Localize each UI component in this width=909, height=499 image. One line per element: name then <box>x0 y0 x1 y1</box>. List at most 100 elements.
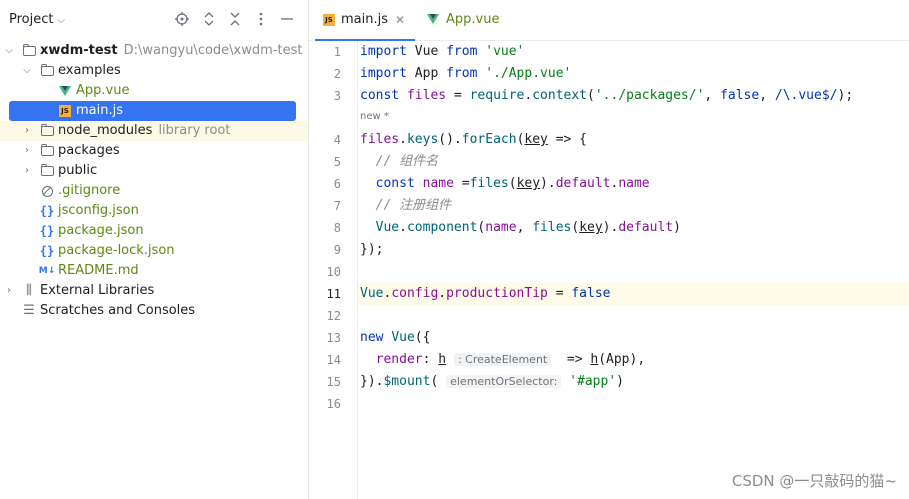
tree-item-external-libraries[interactable]: › ⫼ External Libraries <box>0 281 308 301</box>
code-line-6[interactable]: const name =files(key).default.name <box>360 173 909 195</box>
folder-icon <box>39 161 55 181</box>
chevron-down-icon[interactable]: ⌵ <box>4 41 14 61</box>
chevron-down-icon[interactable]: ⌵ <box>22 61 32 81</box>
chevron-right-icon[interactable]: › <box>22 121 32 141</box>
tree-item-label: packages <box>58 143 120 158</box>
tree-item-label: App.vue <box>76 83 130 98</box>
tree-item-label: examples <box>58 63 121 78</box>
tree-item-examples[interactable]: ⌵ examples <box>0 61 308 81</box>
tree-item-gitignore[interactable]: .gitignore <box>0 181 308 201</box>
tree-item-jsconfig-json[interactable]: {} jsconfig.json <box>0 201 308 221</box>
project-view-selector[interactable]: Project ⌵ <box>9 12 65 27</box>
code-line-12[interactable] <box>360 305 909 327</box>
tree-item-scratches[interactable]: ☰ Scratches and Consoles <box>0 301 308 321</box>
line-number: 1 <box>333 45 341 59</box>
editor-tabs: JS main.js ✕ App.vue <box>309 0 909 41</box>
new-code-marker: new * <box>360 111 389 122</box>
tree-item-label: package.json <box>58 223 144 238</box>
folder-icon <box>39 141 55 161</box>
code-line-8[interactable]: Vue.component(name, files(key).default) <box>360 217 909 239</box>
tab-app-vue[interactable]: App.vue <box>419 0 509 40</box>
minimize-icon[interactable] <box>279 11 295 27</box>
tree-item-public[interactable]: › public <box>0 161 308 181</box>
tree-item-label: package-lock.json <box>58 243 175 258</box>
code-line-14[interactable]: render: h : CreateElement => h(App), <box>360 349 909 371</box>
tree-item-package-lock-json[interactable]: {} package-lock.json <box>0 241 308 261</box>
tree-item-package-json[interactable]: {} package.json <box>0 221 308 241</box>
folder-icon <box>39 61 55 81</box>
line-number: 9 <box>333 243 341 257</box>
vue-icon <box>427 14 439 24</box>
folder-icon <box>21 41 37 61</box>
js-icon: JS <box>323 14 335 26</box>
chevron-right-icon[interactable]: › <box>22 161 32 181</box>
code-line-5[interactable]: // 组件名 <box>360 151 909 173</box>
library-root-hint: library root <box>158 123 231 138</box>
code-line-2[interactable]: import App from './App.vue' <box>360 63 909 85</box>
tab-label: App.vue <box>446 12 500 27</box>
code-line-4[interactable]: files.keys().forEach(key => { <box>360 129 909 151</box>
json-icon: {} <box>39 204 55 218</box>
tree-item-label: .gitignore <box>58 183 121 198</box>
tree-item-label: Scratches and Consoles <box>40 303 196 318</box>
line-number: 14 <box>326 353 341 367</box>
js-icon: JS <box>57 101 73 121</box>
markdown-icon: M↓ <box>38 266 56 276</box>
code-line-11-current[interactable]: Vue.config.productionTip = false <box>358 283 909 305</box>
type-inlay-hint: : CreateElement <box>453 353 552 366</box>
project-panel: Project ⌵ ⌵ xwdm-test D:\wangyu\code\xwdm-… <box>0 0 309 499</box>
line-number: 12 <box>326 309 341 323</box>
chevron-right-icon[interactable]: › <box>4 281 14 301</box>
line-number: 7 <box>333 199 341 213</box>
tree-item-label: xwdm-test <box>40 43 118 58</box>
code-line-13[interactable]: new Vue({ <box>360 327 909 349</box>
tab-main-js[interactable]: JS main.js ✕ <box>315 0 415 41</box>
line-number: 5 <box>333 155 341 169</box>
code-line-10[interactable] <box>360 261 909 283</box>
tree-item-app-vue[interactable]: App.vue <box>0 81 308 101</box>
code-line-3[interactable]: const files = require.context('../packag… <box>360 85 909 107</box>
line-number: 4 <box>333 133 341 147</box>
line-number: 16 <box>326 397 341 411</box>
chevron-down-icon: ⌵ <box>57 15 66 26</box>
line-number: 15 <box>326 375 341 389</box>
line-number: 6 <box>333 177 341 191</box>
tree-item-path: D:\wangyu\code\xwdm-test <box>123 43 303 58</box>
more-icon[interactable] <box>253 11 269 27</box>
line-number-gutter: 1 2 3 4 5 6 7 8 9 10 11 12 13 14 15 16 <box>309 41 358 499</box>
folder-icon <box>39 121 55 141</box>
chevron-right-icon[interactable]: › <box>22 141 32 161</box>
tree-item-node-modules[interactable]: › node_modules library root <box>0 121 308 141</box>
tree-item-packages[interactable]: › packages <box>0 141 308 161</box>
line-number-current: 11 <box>326 287 341 301</box>
project-panel-header: Project ⌵ <box>0 0 308 40</box>
line-number: 2 <box>333 67 341 81</box>
project-title: Project <box>9 12 54 27</box>
code-line-15[interactable]: }).$mount( elementOrSelector: '#app') <box>360 371 909 393</box>
json-icon: {} <box>39 224 55 238</box>
expand-collapse-icon[interactable] <box>201 11 217 27</box>
locate-icon[interactable] <box>174 11 190 27</box>
watermark: CSDN @一只敲码的猫~ <box>731 472 897 490</box>
tree-item-xwdm-test[interactable]: ⌵ xwdm-test D:\wangyu\code\xwdm-test <box>0 41 308 61</box>
code-line-9[interactable]: }); <box>360 239 909 261</box>
collapse-all-icon[interactable] <box>227 11 243 27</box>
tree-item-readme-md[interactable]: M↓ README.md <box>0 261 308 281</box>
vue-icon <box>57 81 73 101</box>
library-icon: ⫼ <box>26 283 32 298</box>
close-icon[interactable]: ✕ <box>395 0 405 40</box>
ignore-icon <box>39 181 55 201</box>
tree-item-main-js[interactable]: JS main.js <box>9 101 296 121</box>
json-icon: {} <box>39 244 55 258</box>
code-line-7[interactable]: // 注册组件 <box>360 195 909 217</box>
code-line-16[interactable] <box>360 393 909 415</box>
editor-panel: JS main.js ✕ App.vue 1 2 3 4 5 6 7 8 9 1… <box>309 0 909 499</box>
tree-item-label: jsconfig.json <box>58 203 139 218</box>
code-line-1[interactable]: import Vue from 'vue' <box>360 41 909 63</box>
line-number: 3 <box>333 89 341 103</box>
tree-item-label: public <box>58 163 98 178</box>
scratches-icon: ☰ <box>23 303 35 318</box>
tree-item-label: node_modules <box>58 123 153 138</box>
tab-label: main.js <box>341 12 388 27</box>
line-number: 10 <box>326 265 341 279</box>
